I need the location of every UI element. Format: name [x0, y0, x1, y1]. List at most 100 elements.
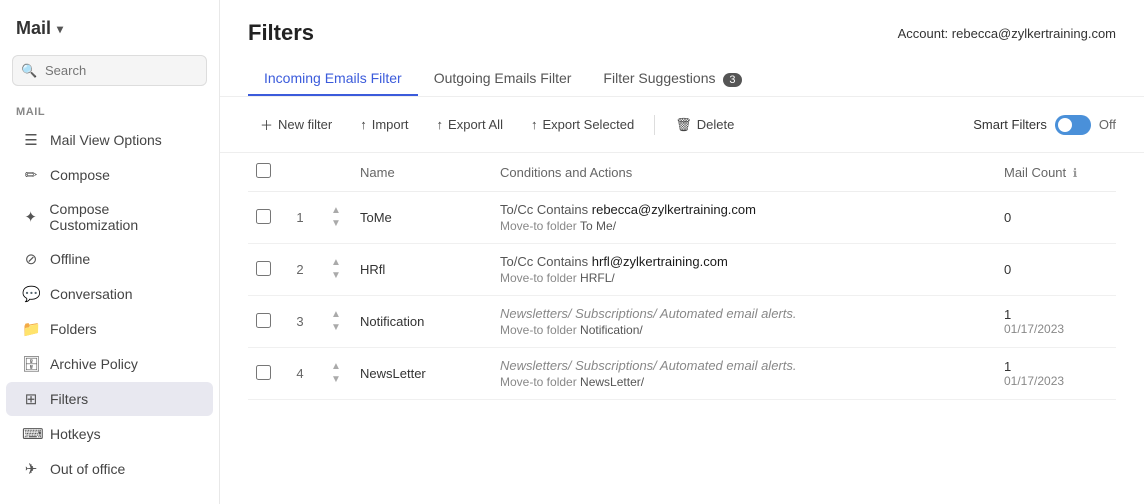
row-checkbox-cell [248, 192, 280, 244]
row-count: 101/17/2023 [996, 296, 1116, 348]
count-number: 1 [1004, 359, 1108, 374]
order-up-btn[interactable]: ▲ [330, 361, 342, 373]
search-input[interactable] [12, 55, 207, 86]
sidebar-item-conversation[interactable]: 💬 Conversation [6, 277, 213, 311]
sidebar-item-label: Out of office [50, 461, 125, 477]
count-number: 1 [1004, 307, 1108, 322]
cond-folder: HRFL/ [580, 271, 615, 285]
row-number: 1 [280, 192, 320, 244]
cond-value: rebecca@zylkertraining.com [592, 202, 756, 217]
row-checkbox-cell [248, 296, 280, 348]
cond-type: Newsletters/ Subscriptions/ Automated em… [500, 306, 988, 321]
order-up-btn[interactable]: ▲ [330, 205, 342, 217]
row-number: 2 [280, 244, 320, 296]
delete-label: Delete [697, 117, 735, 132]
import-button[interactable]: ↑ Import [348, 111, 420, 138]
new-filter-button[interactable]: ＋ New filter [248, 109, 344, 140]
logo-chevron: ▾ [57, 22, 63, 36]
row-order-btns: ▲ ▼ [320, 192, 352, 244]
row-name: ToMe [352, 192, 492, 244]
export-selected-icon: ↑ [531, 117, 538, 132]
tabs: Incoming Emails FilterOutgoing Emails Fi… [248, 62, 1116, 96]
sidebar-item-label: Folders [50, 321, 97, 337]
row-name: HRfl [352, 244, 492, 296]
col-header-conditions: Conditions and Actions [492, 153, 996, 192]
row-count: 0 [996, 192, 1116, 244]
table-row: 4 ▲ ▼ NewsLetter Newsletters/ Subscripti… [248, 348, 1116, 400]
toolbar-divider [654, 115, 655, 135]
sidebar-item-label: Conversation [50, 286, 133, 302]
new-filter-label: New filter [278, 117, 332, 132]
cond-move: Move-to folder NewsLetter/ [500, 375, 988, 389]
off-label: Off [1099, 117, 1116, 132]
cond-folder: NewsLetter/ [580, 375, 644, 389]
app-logo[interactable]: Mail ▾ [0, 10, 219, 55]
table-row: 3 ▲ ▼ Notification Newsletters/ Subscrip… [248, 296, 1116, 348]
order-down-btn[interactable]: ▼ [330, 374, 342, 386]
sidebar-item-folders[interactable]: 📁 Folders [6, 312, 213, 346]
row-checkbox[interactable] [256, 209, 271, 224]
cond-move: Move-to folder Notification/ [500, 323, 988, 337]
sidebar-item-out-of-office[interactable]: ✈ Out of office [6, 452, 213, 486]
order-down-btn[interactable]: ▼ [330, 322, 342, 334]
sidebar-item-label: Filters [50, 391, 88, 407]
sidebar-item-label: Hotkeys [50, 426, 101, 442]
sidebar-section-label: MAIL [0, 98, 219, 122]
order-down-btn[interactable]: ▼ [330, 218, 342, 230]
row-name: Notification [352, 296, 492, 348]
tab-outgoing[interactable]: Outgoing Emails Filter [418, 62, 588, 96]
sidebar-item-compose-customization[interactable]: ✦ Compose Customization [6, 193, 213, 241]
main-content: Filters Account: rebecca@zylkertraining.… [220, 0, 1144, 504]
export-selected-button[interactable]: ↑ Export Selected [519, 111, 646, 138]
conversation-icon: 💬 [22, 285, 40, 303]
row-conditions: To/Cc Contains hrfl@zylkertraining.com Mo… [492, 244, 996, 296]
col-header-order [320, 153, 352, 192]
sidebar-item-archive-policy[interactable]: 🗄 Archive Policy [6, 347, 213, 381]
row-checkbox[interactable] [256, 365, 271, 380]
filters-icon: ⊞ [22, 390, 40, 408]
title-row: Filters Account: rebecca@zylkertraining.… [248, 20, 1116, 46]
row-checkbox[interactable] [256, 313, 271, 328]
tab-suggestions[interactable]: Filter Suggestions 3 [587, 62, 757, 96]
tab-incoming[interactable]: Incoming Emails Filter [248, 62, 418, 96]
export-all-button[interactable]: ↑ Export All [425, 111, 515, 138]
mail-view-options-icon: ☰ [22, 131, 40, 149]
folders-icon: 📁 [22, 320, 40, 338]
row-checkbox-cell [248, 348, 280, 400]
order-up-btn[interactable]: ▲ [330, 309, 342, 321]
filters-table: Name Conditions and Actions Mail Count ℹ… [248, 153, 1116, 400]
col-header-check [248, 153, 280, 192]
account-info: Account: rebecca@zylkertraining.com [898, 26, 1116, 41]
sidebar-item-hotkeys[interactable]: ⌨ Hotkeys [6, 417, 213, 451]
export-all-icon: ↑ [437, 117, 444, 132]
archive-policy-icon: 🗄 [22, 355, 40, 373]
sidebar-item-label: Offline [50, 251, 90, 267]
sidebar-item-offline[interactable]: ⊘ Offline [6, 242, 213, 276]
delete-button[interactable]: 🗑 Delete [663, 111, 746, 139]
order-down-btn[interactable]: ▼ [330, 270, 342, 282]
search-icon: 🔍 [21, 63, 37, 79]
select-all-checkbox[interactable] [256, 163, 271, 178]
count-info-icon[interactable]: ℹ [1073, 166, 1078, 180]
smart-filters-toggle[interactable] [1055, 115, 1091, 135]
sidebar-item-mail-view-options[interactable]: ☰ Mail View Options [6, 123, 213, 157]
logo-text: Mail [16, 18, 51, 39]
sidebar-item-label: Compose Customization [49, 201, 197, 233]
row-order-btns: ▲ ▼ [320, 296, 352, 348]
sidebar-item-compose[interactable]: ✏ Compose [6, 158, 213, 192]
sidebar-item-filters[interactable]: ⊞ Filters [6, 382, 213, 416]
order-up-btn[interactable]: ▲ [330, 257, 342, 269]
count-number: 0 [1004, 210, 1108, 225]
table-row: 2 ▲ ▼ HRfl To/Cc Contains hrfl@zylkertra… [248, 244, 1116, 296]
row-checkbox[interactable] [256, 261, 271, 276]
cond-type: To/Cc Contains hrfl@zylkertraining.com [500, 254, 988, 269]
cond-type: To/Cc Contains rebecca@zylkertraining.co… [500, 202, 988, 217]
cond-move: Move-to folder HRFL/ [500, 271, 988, 285]
row-name: NewsLetter [352, 348, 492, 400]
account-value: rebecca@zylkertraining.com [952, 26, 1116, 41]
offline-icon: ⊘ [22, 250, 40, 268]
hotkeys-icon: ⌨ [22, 425, 40, 443]
export-selected-label: Export Selected [542, 117, 634, 132]
row-conditions: Newsletters/ Subscriptions/ Automated em… [492, 348, 996, 400]
tab-badge: 3 [723, 73, 741, 87]
